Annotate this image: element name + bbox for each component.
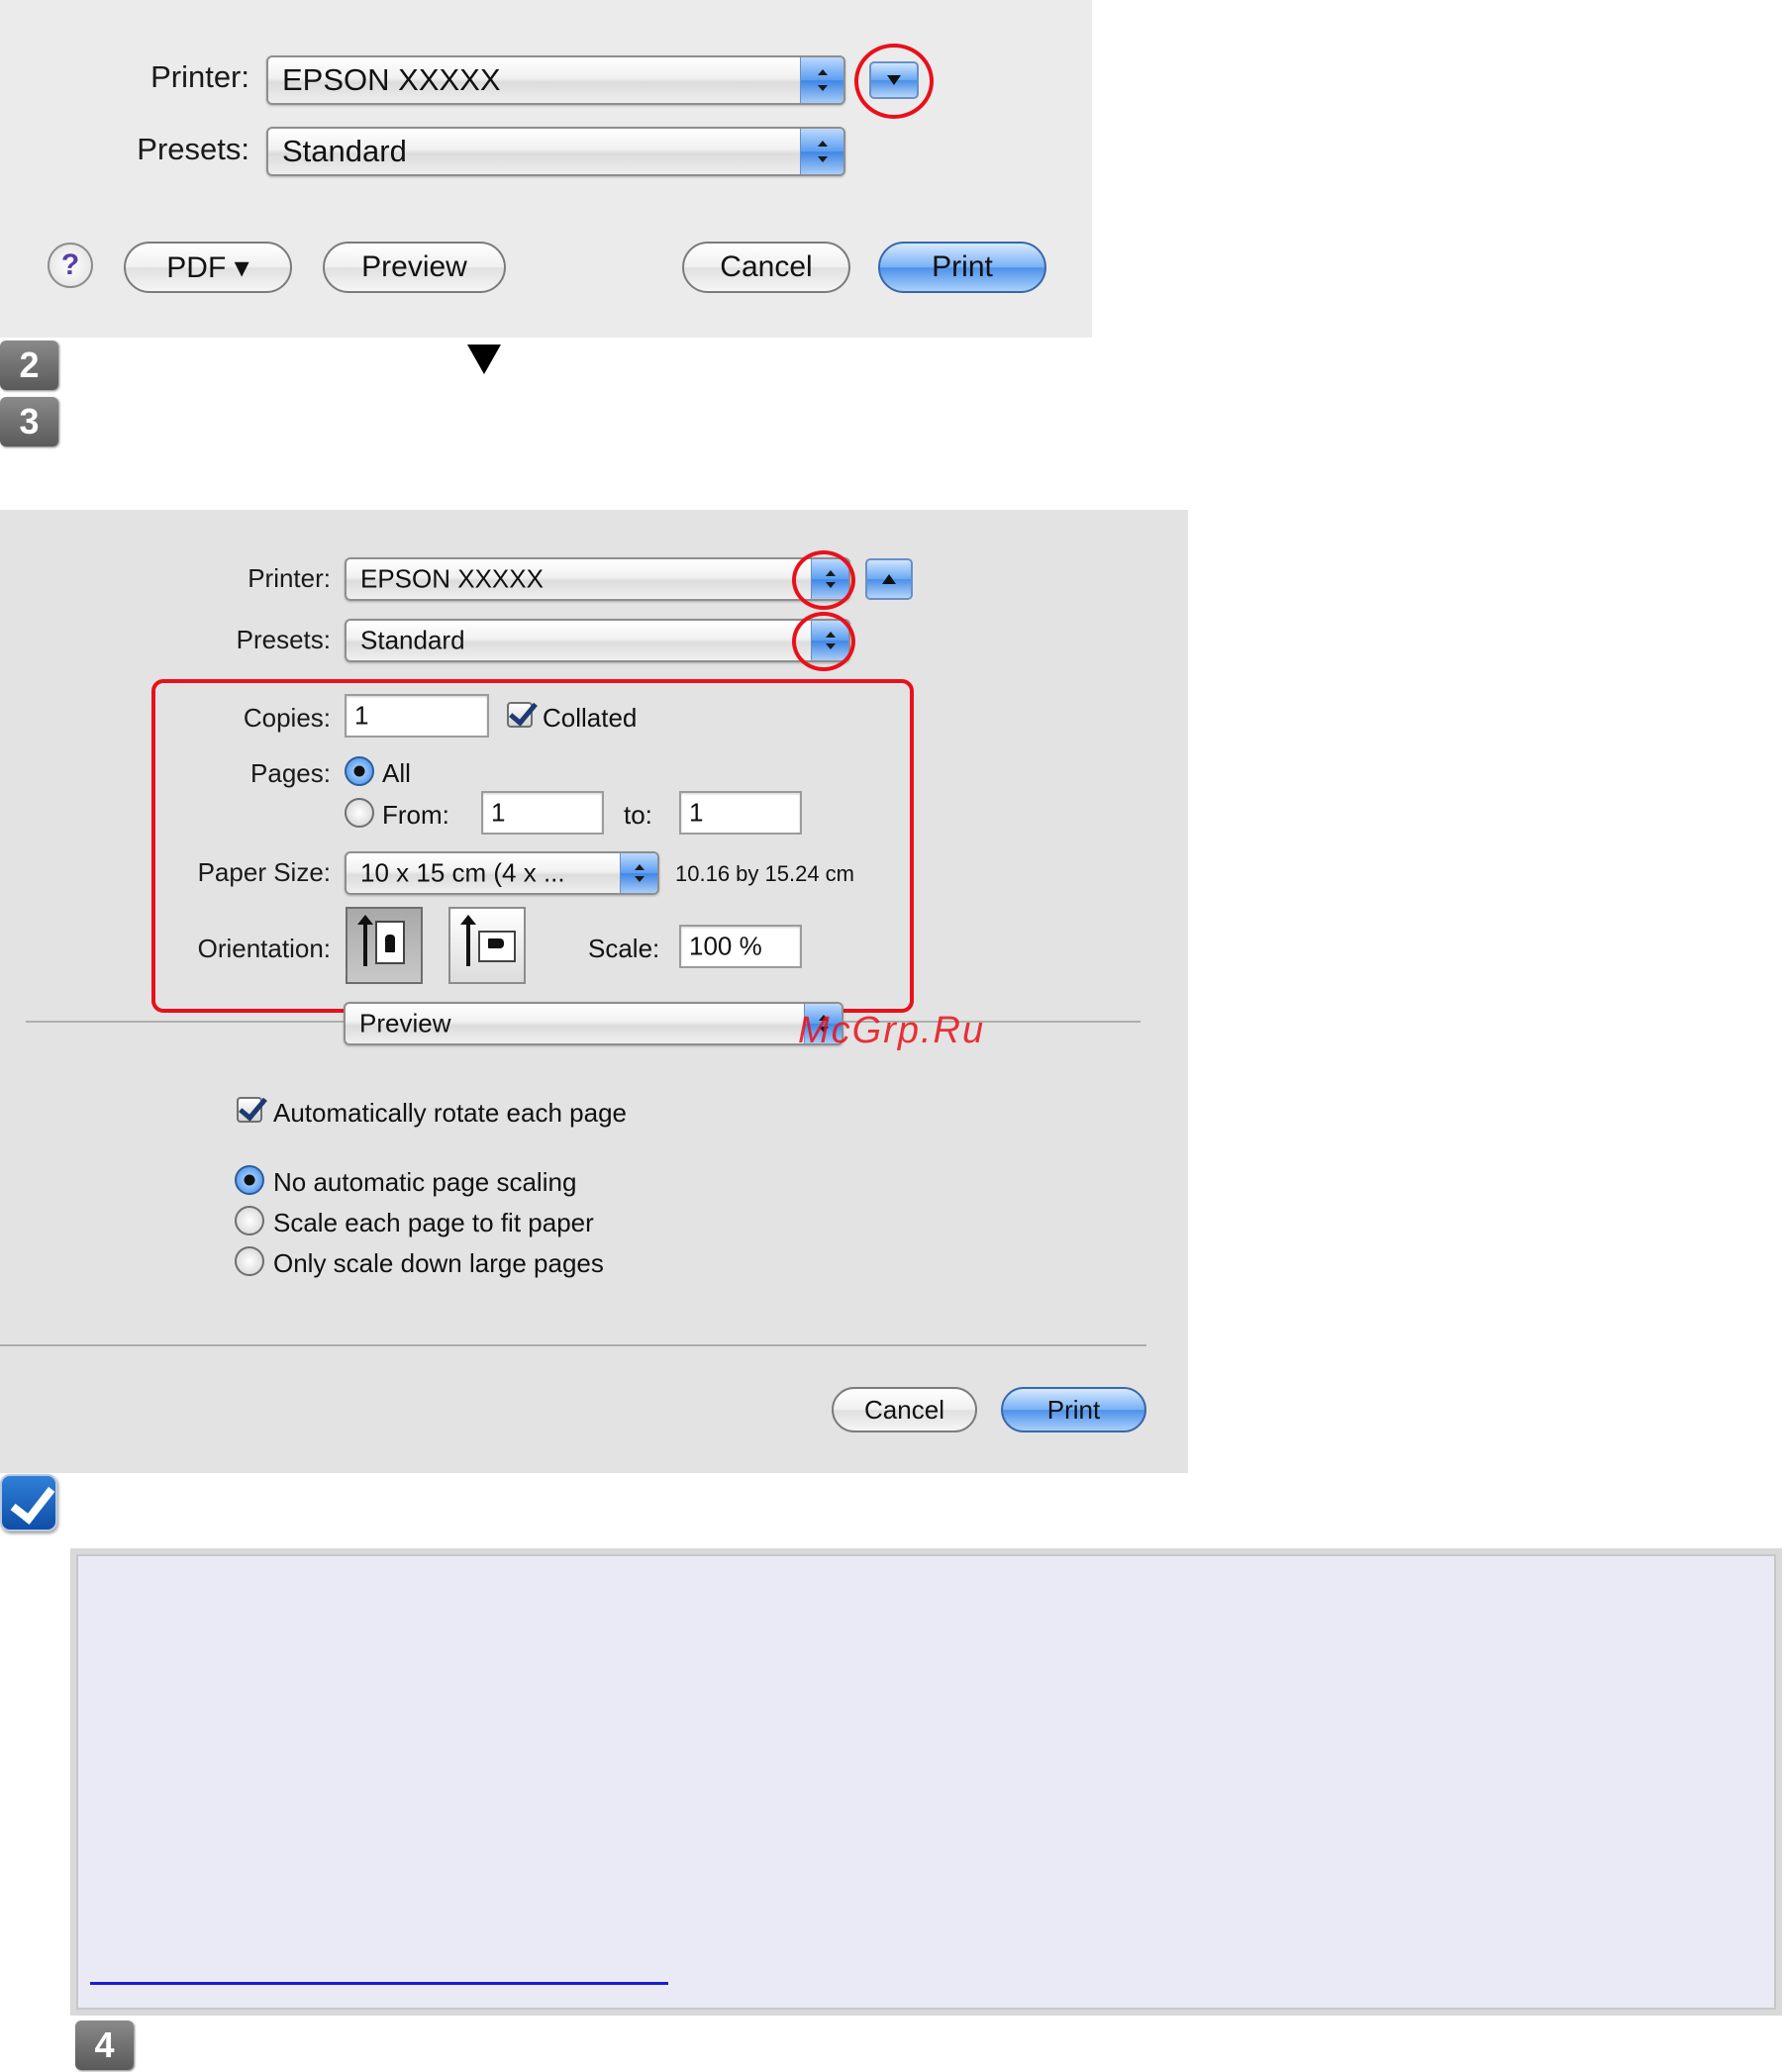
step-2-badge: 2: [0, 341, 58, 390]
collated-label: Collated: [543, 703, 638, 733]
pages-all-label: All: [382, 758, 411, 788]
pages-from-radio[interactable]: [345, 798, 374, 828]
paper-size-label: Paper Size:: [197, 857, 331, 887]
scale-field-value: 100 %: [689, 931, 762, 961]
step-4-badge: 4: [75, 2021, 134, 2070]
scaling-option-label: Only scale down large pages: [273, 1248, 604, 1278]
scale-label: Scale:: [588, 934, 660, 963]
paper-size-value: 10 x 15 cm (4 x ...: [360, 857, 565, 888]
cancel-button[interactable]: Cancel: [682, 242, 850, 293]
step-3-badge: 3: [0, 397, 58, 446]
portrait-orientation-button[interactable]: [346, 907, 423, 984]
note-link[interactable]: [90, 1982, 668, 1985]
printer-popup-value: EPSON XXXXX: [360, 563, 544, 594]
red-circle-annotation: [854, 44, 934, 119]
presets-popup-value: Standard: [282, 134, 407, 168]
pages-to-label: to:: [624, 800, 652, 830]
scaling-option-radio[interactable]: [235, 1165, 264, 1195]
copies-label: Copies:: [243, 703, 331, 733]
presets-popup[interactable]: Standard: [266, 127, 845, 176]
scaling-option-label: Scale each page to fit paper: [273, 1208, 594, 1237]
presets-label: Presets:: [236, 625, 331, 654]
pages-to-value: 1: [689, 797, 704, 828]
scaling-option-radio[interactable]: [235, 1206, 264, 1235]
paper-size-popup[interactable]: 10 x 15 cm (4 x ...: [345, 851, 659, 895]
collapse-dialog-button[interactable]: [865, 558, 913, 600]
up-arrow-icon: [357, 915, 373, 966]
collated-checkbox[interactable]: [507, 702, 533, 728]
pdf-menu-button[interactable]: PDF ▾: [124, 242, 292, 293]
orientation-label: Orientation:: [197, 934, 331, 963]
red-circle-annotation: [792, 550, 855, 610]
print-button[interactable]: Print: [878, 242, 1046, 293]
scaling-option-label: No automatic page scaling: [273, 1167, 577, 1197]
person-icon: [488, 938, 504, 948]
auto-rotate-label: Automatically rotate each page: [273, 1098, 627, 1128]
note-box: [70, 1548, 1782, 2016]
section-popup-value: Preview: [359, 1008, 451, 1038]
pages-label: Pages:: [250, 758, 331, 788]
landscape-orientation-button[interactable]: [448, 907, 526, 984]
down-arrow-icon: [467, 345, 501, 374]
scale-field[interactable]: 100 %: [679, 925, 802, 968]
scaling-option-radio[interactable]: [235, 1246, 264, 1276]
preview-button[interactable]: Preview: [323, 242, 506, 293]
copies-field-value: 1: [354, 700, 369, 731]
popup-stepper-icon: [800, 129, 843, 174]
section-popup[interactable]: Preview: [344, 1002, 843, 1045]
pages-to-field[interactable]: 1: [679, 791, 802, 835]
printer-popup[interactable]: EPSON XXXXX: [345, 557, 850, 601]
popup-stepper-icon: [620, 853, 657, 893]
print-dialog-expanded: Printer: EPSON XXXXX Presets: Standard C…: [0, 510, 1188, 1473]
help-button[interactable]: ?: [48, 243, 93, 288]
pages-from-label: From:: [382, 800, 449, 830]
printer-label: Printer:: [248, 563, 331, 593]
red-circle-annotation: [792, 612, 855, 671]
printer-popup-value: EPSON XXXXX: [282, 62, 501, 97]
watermark: McGrp.Ru: [798, 1010, 986, 1051]
print-button[interactable]: Print: [1001, 1387, 1146, 1432]
note-check-icon: [0, 1474, 57, 1531]
presets-popup-value: Standard: [360, 625, 465, 655]
printer-popup[interactable]: EPSON XXXXX: [266, 55, 845, 105]
up-arrow-icon: [460, 915, 476, 966]
popup-stepper-icon: [800, 57, 843, 103]
person-icon: [385, 935, 395, 952]
presets-popup[interactable]: Standard: [345, 619, 850, 662]
footer-divider: [0, 1344, 1146, 1346]
cancel-button[interactable]: Cancel: [832, 1387, 977, 1432]
presets-label: Presets:: [137, 132, 249, 166]
print-dialog-collapsed: Printer: EPSON XXXXX Presets: Standard ?…: [0, 0, 1092, 338]
pages-all-radio[interactable]: [345, 756, 374, 786]
paper-size-dimensions: 10.16 by 15.24 cm: [675, 861, 855, 886]
copies-field[interactable]: 1: [345, 694, 489, 738]
pages-from-field[interactable]: 1: [481, 791, 604, 835]
printer-label: Printer:: [150, 59, 249, 94]
pages-from-value: 1: [491, 797, 506, 828]
auto-rotate-checkbox[interactable]: [237, 1097, 262, 1123]
